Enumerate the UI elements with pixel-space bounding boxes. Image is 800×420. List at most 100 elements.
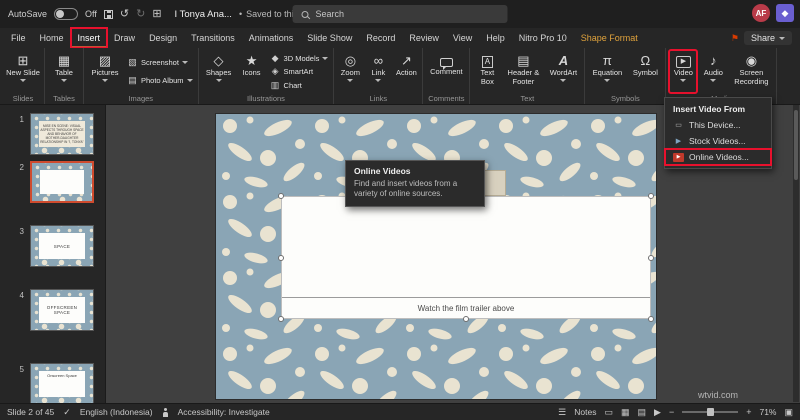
shapes-button[interactable]: ◇ Shapes <box>202 50 236 93</box>
tab-shape-format[interactable]: Shape Format <box>574 28 645 48</box>
document-title[interactable]: I Tonya Ana... <box>175 9 232 20</box>
thumbnail-slide-1[interactable]: MISE EN SCENE: VISUAL ASPECTS THROUGH SP… <box>30 113 94 155</box>
thumbnail-slide-3[interactable]: SPACE <box>30 225 94 267</box>
tab-record[interactable]: Record <box>359 28 402 48</box>
screen-recording-icon: ◉ <box>745 53 758 68</box>
ribbon-tab-strip: File Home Insert Draw Design Transitions… <box>0 27 800 49</box>
tab-help[interactable]: Help <box>479 28 512 48</box>
thumbnail-slide-4[interactable]: OFFSCREEN SPACE <box>30 289 94 331</box>
wordart-icon: A <box>558 53 569 68</box>
tab-design[interactable]: Design <box>142 28 184 48</box>
menu-item-this-device[interactable]: ▭ This Device... <box>665 117 771 133</box>
tab-view[interactable]: View <box>446 28 479 48</box>
tab-slide-show[interactable]: Slide Show <box>300 28 359 48</box>
tab-review[interactable]: Review <box>402 28 446 48</box>
zoom-label: Zoom <box>340 68 360 77</box>
pictures-label: Pictures <box>91 68 119 77</box>
comment-button[interactable]: Comment <box>426 50 466 93</box>
spellcheck-icon[interactable]: ✓ <box>63 407 71 418</box>
pictures-button[interactable]: ▨ Pictures <box>87 50 123 93</box>
selection-handle[interactable] <box>648 254 654 261</box>
icons-label: Icons <box>242 68 261 77</box>
header-footer-button[interactable]: ▤ Header & Footer <box>503 50 543 93</box>
autosave-toggle[interactable] <box>54 8 79 20</box>
3d-models-button[interactable]: ◆ 3D Models <box>268 52 331 65</box>
dropdown-arrow-icon <box>20 78 26 82</box>
wordart-label: WordArt <box>549 68 578 77</box>
accessibility-icon <box>162 407 169 417</box>
wordart-button[interactable]: A WordArt <box>545 50 581 93</box>
text-box-button[interactable]: A Text Box <box>473 50 501 93</box>
zoom-slider[interactable] <box>682 408 739 416</box>
vertical-scrollbar[interactable] <box>793 105 799 402</box>
zoom-slider-thumb[interactable] <box>707 408 715 416</box>
thumbnail-5-text: Onscreen Space <box>39 371 85 397</box>
tab-nitro-pro[interactable]: Nitro Pro 10 <box>512 28 574 48</box>
tooltip-body: Find and insert videos from a variety of… <box>354 179 458 199</box>
tab-draw[interactable]: Draw <box>107 28 142 48</box>
saved-bullet: • <box>238 9 243 19</box>
dropdown-arrow-icon <box>102 78 108 82</box>
online-videos-icon: ▶ <box>673 152 684 162</box>
slideshow-icon[interactable]: ▶ <box>654 407 661 418</box>
normal-view-icon[interactable]: ▭ <box>604 407 613 418</box>
fit-to-window-icon[interactable]: ▣ <box>784 407 793 418</box>
redo-icon[interactable]: ↻ <box>136 8 145 20</box>
save-icon[interactable] <box>103 9 113 19</box>
icons-icon: ★ <box>245 53 258 68</box>
zoom-in-icon[interactable]: + <box>746 407 751 417</box>
slide-caption-text[interactable]: Watch the film trailer above <box>282 304 650 313</box>
selection-handle[interactable] <box>278 316 284 322</box>
avatar[interactable]: AF <box>752 4 770 22</box>
tab-transitions[interactable]: Transitions <box>184 28 242 48</box>
smartart-button[interactable]: ◈ SmartArt <box>268 65 331 78</box>
tab-file[interactable]: File <box>4 28 33 48</box>
tab-animations[interactable]: Animations <box>242 28 301 48</box>
thumbnail-slide-2[interactable] <box>30 161 94 203</box>
language-indicator[interactable]: English (Indonesia) <box>80 407 153 417</box>
chart-icon: ▥ <box>270 79 280 90</box>
link-button[interactable]: ∞ Link <box>365 50 391 93</box>
selection-handle[interactable] <box>278 254 284 261</box>
equation-button[interactable]: π Equation <box>588 50 626 93</box>
share-button[interactable]: Share <box>743 31 792 45</box>
audio-button[interactable]: ♪ Audio <box>699 50 727 93</box>
quick-access-icon[interactable]: ⊞ <box>152 8 161 20</box>
photo-album-button[interactable]: ▤ Photo Album <box>125 74 195 87</box>
zoom-button[interactable]: ◎ Zoom <box>337 50 363 93</box>
selection-handle[interactable] <box>278 193 284 199</box>
table-button[interactable]: ▦ Table <box>48 50 80 93</box>
video-label: Video <box>673 68 693 77</box>
menu-item-online-videos[interactable]: ▶ Online Videos... <box>664 148 772 166</box>
smartart-icon: ◈ <box>271 66 279 76</box>
undo-icon[interactable]: ↺ <box>120 8 129 20</box>
tab-home[interactable]: Home <box>33 28 71 48</box>
slide-indicator[interactable]: Slide 2 of 45 <box>7 407 54 417</box>
icons-button[interactable]: ★ Icons <box>238 50 266 93</box>
thumbnail-slide-5[interactable]: Onscreen Space <box>30 363 94 403</box>
slide-content-box[interactable]: Watch the film trailer above <box>278 193 654 322</box>
zoom-out-icon[interactable]: − <box>669 407 674 417</box>
reading-view-icon[interactable]: ▤ <box>638 407 647 418</box>
scrollbar-thumb[interactable] <box>794 110 798 180</box>
slide-canvas[interactable]: ↻ Watch the film trailer above <box>216 114 656 399</box>
new-slide-button[interactable]: ⊞ New Slide <box>5 50 41 93</box>
screenshot-button[interactable]: ▧ Screenshot <box>125 56 195 69</box>
selection-handle[interactable] <box>648 193 654 199</box>
video-button[interactable]: ▶ Video <box>668 49 699 94</box>
notes-button[interactable]: Notes <box>574 407 596 417</box>
symbol-button[interactable]: Ω Symbol <box>628 50 662 93</box>
screen-recording-button[interactable]: ◉ Screen Recording <box>729 50 773 93</box>
action-button[interactable]: ↗ Action <box>393 50 419 93</box>
chart-button[interactable]: ▥ Chart <box>268 79 331 92</box>
search-input[interactable]: Search <box>292 5 508 23</box>
tab-insert[interactable]: Insert <box>69 27 109 49</box>
selection-handle[interactable] <box>463 316 469 322</box>
accessibility-status[interactable]: Accessibility: Investigate <box>178 407 270 417</box>
zoom-percent[interactable]: 71% <box>759 407 776 417</box>
3d-models-icon: ◆ <box>271 52 279 63</box>
slide-sorter-icon[interactable]: ▦ <box>621 407 630 418</box>
selection-handle[interactable] <box>648 316 654 322</box>
titlebar-extra-button[interactable]: ◆ <box>776 4 794 22</box>
menu-item-stock-videos[interactable]: ▶ Stock Videos... <box>665 133 771 149</box>
